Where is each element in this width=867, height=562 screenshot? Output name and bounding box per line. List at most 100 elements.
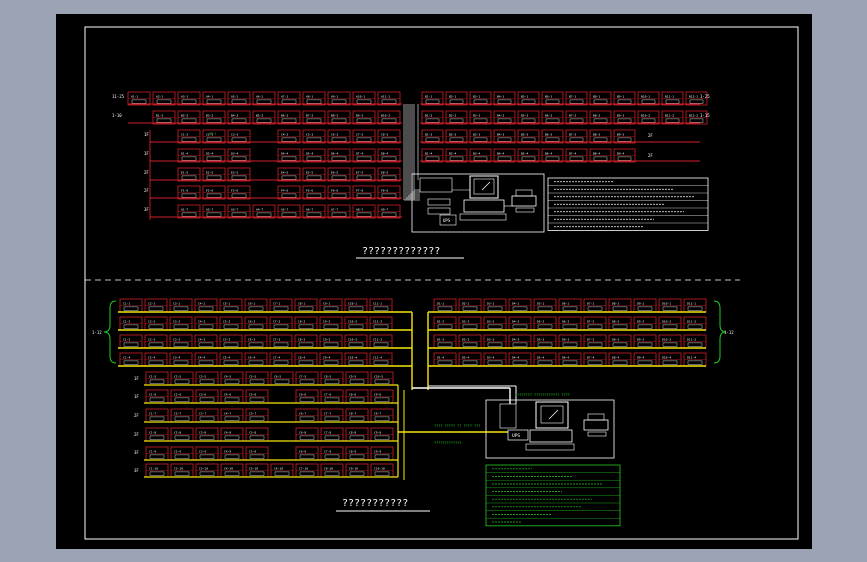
drawing-sheet [56, 14, 812, 549]
outlet-cell-label: C7-6 [324, 392, 331, 396]
outlet-cell-label: C5-1 [223, 301, 230, 305]
outlet-cell-label: D7-3 [587, 337, 594, 341]
outlet-cell-label: C4-2 [198, 319, 205, 323]
outlet-cell-label: B9-2 [356, 113, 363, 117]
outlet-cell-label: A4-1 [206, 94, 213, 98]
outlet-cell-label: C3-4 [173, 355, 180, 359]
outlet-cell-label: C3-10 [199, 466, 208, 470]
outlet-cell-label: A5-1 [231, 94, 238, 98]
outlet-cell-label: C5-9 [249, 449, 256, 453]
outlet-cell-label: C7-1 [273, 301, 280, 305]
outlet-cell-label: B6-2 [545, 113, 552, 117]
outlet-cell-label: B8-1 [593, 94, 600, 98]
outlet-cell-label: C1-3 [181, 132, 188, 136]
outlet-cell-label: B1-4 [425, 151, 432, 155]
outlet-cell-label: C3-7 [199, 411, 206, 415]
outlet-cell-label: A8-1 [306, 94, 313, 98]
outlet-cell-label: F2-6 [206, 188, 213, 192]
outlet-cell-label: D3-3 [487, 337, 494, 341]
outlet-cell-label: B3-1 [473, 94, 480, 98]
outlet-cell-label: C1-5 [149, 374, 156, 378]
lower-cable-label-bottom: ????????????? [434, 441, 461, 445]
outlet-cell-label: C5-7 [249, 411, 256, 415]
outlet-cell-label: D9-3 [637, 337, 644, 341]
left-bracket-label: 1-12 [92, 330, 102, 335]
outlet-cell-label: B12-1 [689, 94, 698, 98]
outlet-cell-label: D8-2 [612, 319, 619, 323]
outlet-cell-label: C9-7 [374, 411, 381, 415]
outlet-cell-label: B7-3 [569, 132, 576, 136]
outlet-cell-label: C3-1 [173, 301, 180, 305]
outlet-cell-label: C6-8 [299, 430, 306, 434]
outlet-cell-label: B6-3 [545, 132, 552, 136]
outlet-cell-label: D4-2 [512, 319, 519, 323]
outlet-cell-label: A9-1 [331, 94, 338, 98]
outlet-cell-label: E4-5 [281, 170, 288, 174]
outlet-cell-label: C7-5 [299, 374, 306, 378]
outlet-cell-label: C3-8 [199, 430, 206, 434]
outlet-cell-label: C10-1 [348, 301, 357, 305]
outlet-cell-label: C7-4 [273, 355, 280, 359]
outlet-cell-label: C8-8 [349, 430, 356, 434]
upper-highlight-label: 2F-1 [209, 132, 216, 136]
outlet-cell-label: C7-2 [273, 319, 280, 323]
outlet-cell-label: D2-1 [462, 301, 469, 305]
outlet-cell-label: B9-2 [617, 113, 624, 117]
outlet-cell-label: C6-1 [248, 301, 255, 305]
outlet-cell-label: C1-3 [123, 337, 130, 341]
outlet-cell-label: C4-6 [224, 392, 231, 396]
outlet-cell-label: B1-1 [425, 94, 432, 98]
right-bracket-label: 1-12 [724, 330, 734, 335]
upper-row-label-right: 1-25 [700, 94, 710, 99]
outlet-cell-label: B2-2 [181, 113, 188, 117]
outlet-cell-label: D3-2 [487, 319, 494, 323]
outlet-cell-label: E7-5 [356, 170, 363, 174]
outlet-cell-label: C4-10 [224, 466, 233, 470]
lower-row-label: 1F [134, 394, 139, 399]
outlet-cell-label: D1-3 [437, 337, 444, 341]
outlet-cell-label: C8-4 [298, 355, 305, 359]
outlet-cell-label: B2-2 [449, 113, 456, 117]
outlet-cell-label: B10-1 [641, 94, 650, 98]
outlet-cell-label: F8-6 [381, 188, 388, 192]
outlet-cell-label: E1-5 [181, 170, 188, 174]
outlet-cell-label: D4-4 [512, 355, 519, 359]
outlet-cell-label: C2-2 [148, 319, 155, 323]
upper-row-label-right: 1-15 [700, 113, 710, 118]
outlet-cell-label: C6-5 [274, 374, 281, 378]
outlet-cell-label: D5-3 [537, 337, 544, 341]
outlet-cell-label: C1-2 [123, 319, 130, 323]
outlet-cell-label: C6-7 [299, 411, 306, 415]
outlet-cell-label: C8-7 [349, 411, 356, 415]
outlet-cell-label: E6-5 [331, 170, 338, 174]
outlet-cell-label: D10-3 [662, 337, 671, 341]
lower-caption: ??????????? [342, 498, 408, 509]
lower-row-label: 2F [134, 413, 139, 418]
outlet-cell-label: C3-9 [199, 449, 206, 453]
outlet-cell-label: C8-9 [349, 449, 356, 453]
outlet-cell-label: C9-1 [323, 301, 330, 305]
outlet-cell-label: C9-8 [374, 430, 381, 434]
outlet-cell-label: A6-1 [256, 94, 263, 98]
outlet-cell-label: E3-5 [231, 170, 238, 174]
outlet-cell-label: D9-1 [637, 301, 644, 305]
outlet-cell-label: D2-4 [206, 151, 213, 155]
outlet-cell-label: B5-2 [521, 113, 528, 117]
outlet-cell-label: D9-2 [637, 319, 644, 323]
outlet-cell-label: D7-4 [587, 355, 594, 359]
outlet-cell-label: D8-3 [612, 337, 619, 341]
outlet-cell-label: C4-3 [281, 132, 288, 136]
outlet-cell-label: C9-5 [349, 374, 356, 378]
lower-cable-label-top: ???????? ???????????? ???? [515, 393, 570, 397]
outlet-cell-label: C8-3 [298, 337, 305, 341]
lower-row-label: 3F [134, 468, 139, 473]
outlet-cell-label: D7-1 [587, 301, 594, 305]
outlet-cell-label: C1-6 [149, 392, 156, 396]
outlet-cell-label: C9-10 [349, 466, 358, 470]
outlet-cell-label: C2-6 [174, 392, 181, 396]
outlet-cell-label: C5-2 [223, 319, 230, 323]
outlet-cell-label: B3-3 [473, 132, 480, 136]
cad-drawing-canvas: A1-1 A2-1 A3-1 A4-1 A5-1 A6-1 A7-1 A8-1 A9-1 A10-… [56, 14, 812, 549]
outlet-cell-label: C8-6 [349, 392, 356, 396]
outlet-cell-label: C11-3 [373, 337, 382, 341]
